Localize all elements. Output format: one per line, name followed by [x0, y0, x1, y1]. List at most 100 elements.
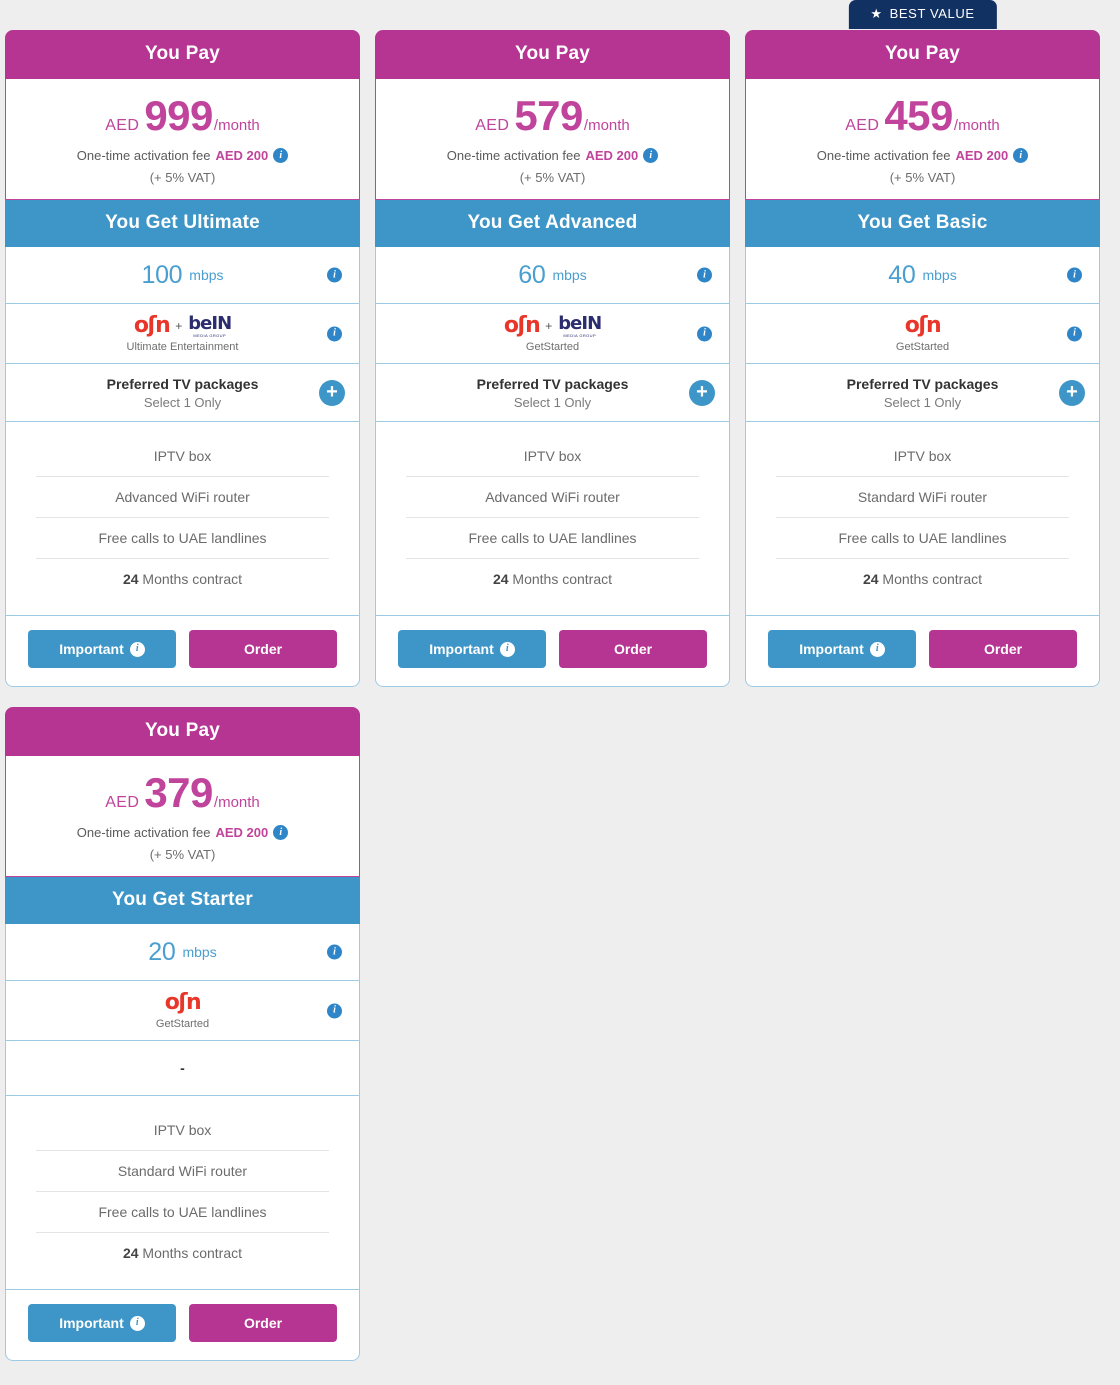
price-period: /month	[953, 117, 1000, 134]
speed-row[interactable]: 100 mbps i	[5, 247, 360, 304]
you-pay-header: You Pay	[375, 30, 730, 79]
feature-emphasis: 24	[862, 571, 879, 587]
activation-fee-label: One-time activation fee	[446, 148, 581, 163]
card-actions: Important i Order	[5, 1290, 360, 1361]
speed-value: 40	[888, 260, 916, 289]
empty-dash: -	[180, 1060, 185, 1076]
activation-fee-line: One-time activation fee AED 200 i	[16, 148, 349, 163]
speed-value: 20	[148, 937, 176, 966]
important-button[interactable]: Important i	[28, 630, 176, 668]
feature-item: Free calls to UAE landlines	[36, 1192, 329, 1233]
activation-fee-amount: AED 200	[215, 148, 269, 163]
card-actions: Important i Order	[5, 616, 360, 687]
activation-fee-line: One-time activation fee AED 200 i	[756, 148, 1089, 163]
info-icon[interactable]: i	[273, 825, 289, 840]
price-period: /month	[213, 117, 260, 134]
feature-item: IPTV box	[36, 436, 329, 477]
channels-row[interactable]: oʃn GetStarted i	[745, 304, 1100, 364]
feature-list: IPTV box Advanced WiFi router Free calls t…	[5, 422, 360, 616]
order-button[interactable]: Order	[559, 630, 707, 668]
price-amount: 379	[144, 769, 213, 816]
price-amount: 999	[144, 92, 213, 139]
feature-item: Free calls to UAE landlines	[406, 518, 699, 559]
channel-logos: oʃn	[904, 313, 942, 338]
feature-item: IPTV box	[776, 436, 1069, 477]
tv-packages-row[interactable]: Preferred TV packages Select 1 Only +	[375, 364, 730, 422]
currency-label: AED	[105, 794, 140, 811]
feature-item: IPTV box	[36, 1110, 329, 1151]
price-section: AED 579/month One-time activation fee AED 2…	[375, 79, 730, 200]
important-button[interactable]: Important i	[768, 630, 916, 668]
order-button[interactable]: Order	[929, 630, 1077, 668]
info-icon: i	[869, 641, 885, 657]
info-icon[interactable]: i	[327, 1003, 342, 1018]
you-pay-header: You Pay	[5, 707, 360, 756]
feature-item: 24 Months contract	[122, 571, 243, 587]
vat-note: (+ 5% VAT)	[889, 170, 956, 185]
feature-item: IPTV box	[406, 436, 699, 477]
plan-card-grid: You Pay AED 999/month One-time activation f…	[0, 0, 1120, 1361]
channel-package-caption: GetStarted	[155, 1018, 210, 1030]
info-icon: i	[129, 641, 145, 657]
speed-row[interactable]: 20 mbps i	[5, 924, 360, 981]
bein-logo-icon: beIN MEDIA GROUP	[188, 312, 232, 338]
channels-row[interactable]: oʃn GetStarted i	[5, 981, 360, 1041]
channel-package-caption: GetStarted	[525, 341, 580, 353]
speed-unit: mbps	[182, 944, 217, 960]
activation-fee-label: One-time activation fee	[76, 148, 211, 163]
feature-item: 24 Months contract	[492, 571, 613, 587]
activation-fee-amount: AED 200	[585, 148, 639, 163]
price-line: AED 579/month	[386, 95, 719, 137]
osn-logo-icon: oʃn	[133, 313, 171, 338]
info-icon[interactable]: i	[1013, 148, 1029, 163]
tv-packages-empty-row: -	[5, 1041, 360, 1096]
speed-unit: mbps	[189, 267, 224, 283]
feature-item: Free calls to UAE landlines	[36, 518, 329, 559]
currency-label: AED	[845, 117, 880, 134]
important-label: Important	[59, 641, 124, 657]
info-icon[interactable]: i	[1067, 326, 1082, 341]
osn-logo-icon: oʃn	[503, 313, 541, 338]
add-tv-package-button[interactable]: +	[1059, 379, 1085, 406]
price-section: AED 379/month One-time activation fee AED 2…	[5, 756, 360, 877]
activation-fee-amount: AED 200	[955, 148, 1009, 163]
activation-fee-line: One-time activation fee AED 200 i	[386, 148, 719, 163]
activation-fee-label: One-time activation fee	[816, 148, 951, 163]
currency-label: AED	[475, 117, 510, 134]
info-icon[interactable]: i	[697, 267, 712, 283]
price-line: AED 379/month	[16, 772, 349, 814]
speed-value: 60	[518, 260, 546, 289]
info-icon[interactable]: i	[327, 267, 342, 283]
info-icon[interactable]: i	[697, 326, 712, 341]
info-icon[interactable]: i	[327, 944, 342, 960]
important-label: Important	[799, 641, 864, 657]
speed-value: 100	[141, 260, 183, 289]
price-period: /month	[583, 117, 630, 134]
important-button[interactable]: Important i	[28, 1304, 176, 1342]
add-tv-package-button[interactable]: +	[689, 379, 715, 406]
channels-row[interactable]: oʃn + beIN MEDIA GROUP Ultimate Entertainmen…	[5, 304, 360, 364]
logo-separator: +	[545, 319, 553, 333]
important-button[interactable]: Important i	[398, 630, 546, 668]
feature-emphasis: 24	[492, 571, 509, 587]
currency-label: AED	[105, 117, 140, 134]
feature-emphasis: 24	[122, 571, 139, 587]
order-button[interactable]: Order	[189, 630, 337, 668]
tv-packages-row[interactable]: Preferred TV packages Select 1 Only +	[745, 364, 1100, 422]
speed-row[interactable]: 40 mbps i	[745, 247, 1100, 304]
pricing-plans-page: You Pay AED 999/month One-time activation f…	[0, 0, 1120, 1385]
info-icon[interactable]: i	[273, 148, 289, 163]
you-get-header: You Get Basic	[745, 200, 1100, 247]
speed-row[interactable]: 60 mbps i	[375, 247, 730, 304]
feature-item: 24 Months contract	[862, 571, 983, 587]
channels-row[interactable]: oʃn + beIN MEDIA GROUP GetStarted i	[375, 304, 730, 364]
price-amount: 579	[514, 92, 583, 139]
tv-packages-title: Preferred TV packages	[476, 375, 629, 392]
info-icon[interactable]: i	[327, 326, 342, 341]
add-tv-package-button[interactable]: +	[319, 379, 345, 406]
osn-logo-icon: oʃn	[904, 313, 942, 338]
order-button[interactable]: Order	[189, 1304, 337, 1342]
info-icon[interactable]: i	[643, 148, 659, 163]
info-icon[interactable]: i	[1067, 267, 1082, 283]
tv-packages-row[interactable]: Preferred TV packages Select 1 Only +	[5, 364, 360, 422]
